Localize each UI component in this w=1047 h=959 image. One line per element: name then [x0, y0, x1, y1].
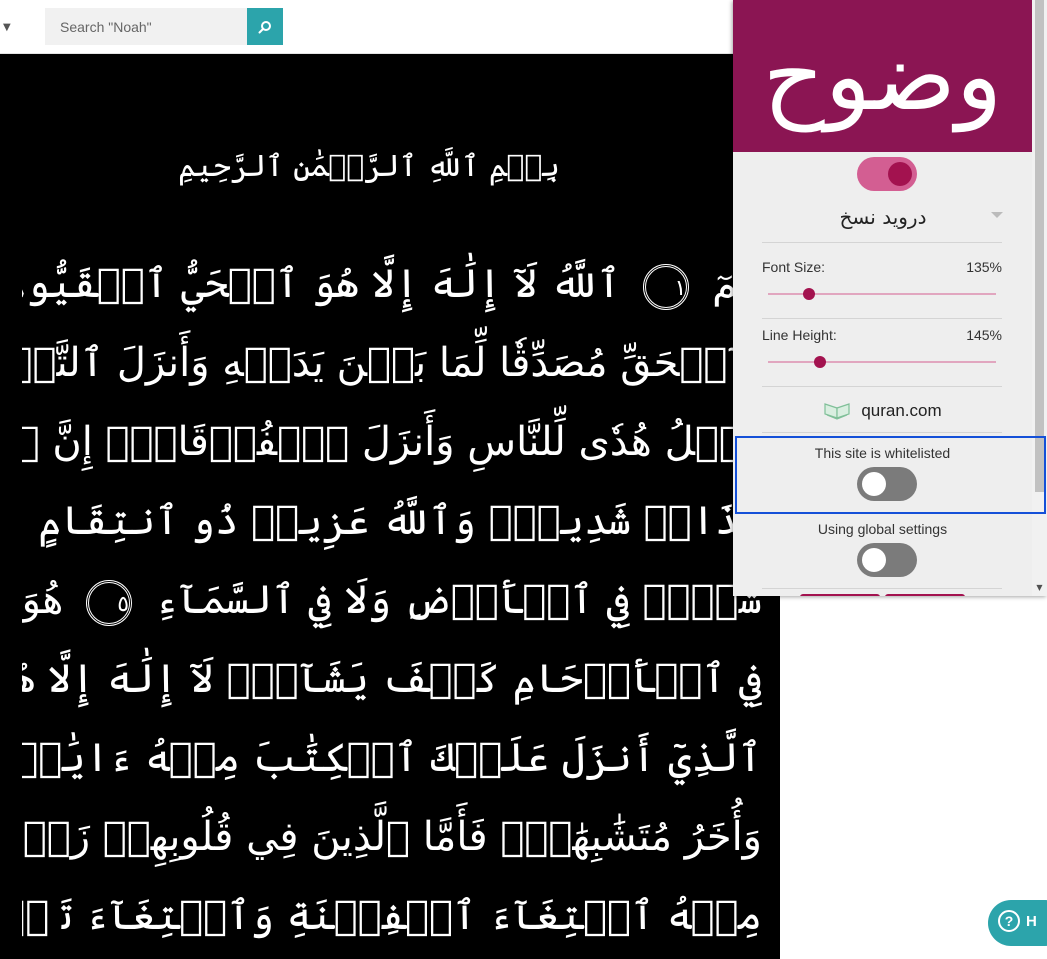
- chevron-down-icon: [991, 212, 1003, 218]
- verse-line: عَذَابٞ شَدِيدٞۗ وَٱللَّهُ عَزِيزٞ ذُو ٱ…: [22, 481, 762, 561]
- font-size-slider[interactable]: [768, 287, 996, 301]
- slider-thumb[interactable]: [803, 288, 816, 300]
- ayah-number-marker: ٥: [86, 580, 133, 626]
- verse-text: ٱللَّهُ لَآ إِلَٰهَ إِلَّا هُوَ ٱلۡحَيُّ…: [22, 261, 621, 307]
- search-icon: [258, 20, 271, 33]
- divider: [762, 386, 1002, 387]
- line-height-label: Line Height:: [762, 327, 837, 343]
- toggle-knob: [888, 162, 912, 186]
- verse-line: فِي ٱلۡأَرۡحَامِ كَيۡفَ يَشَآءُۚ لَآ إِل…: [22, 639, 762, 719]
- quran-link-label: quran.com: [861, 401, 942, 420]
- verse-text: وَأُخَرُ مُتَشَٰبِهَٰتٞۖ فَأَمَّا ٱلَّذِ…: [22, 814, 762, 860]
- verse-line: بِٱلۡحَقِّ مُصَدِّقٗا لِّمَا بَيۡنَ يَدَ…: [22, 323, 762, 403]
- line-height-slider[interactable]: [768, 355, 996, 369]
- verse-text: قَبۡلُ هُدٗى لِّلنَّاسِ وَأَنزَلَ ٱلۡفُر…: [22, 419, 762, 465]
- ayah-number-marker: ١: [643, 264, 690, 310]
- help-label: H: [1026, 913, 1037, 930]
- caret-down-icon[interactable]: ▼: [3, 22, 11, 33]
- verse-line: ٱلَّذِيٓ أَنزَلَ عَلَيۡكَ ٱلۡكِتَٰبَ مِن…: [22, 718, 762, 798]
- font-size-label: Font Size:: [762, 259, 826, 275]
- verse-text: بِٱلۡحَقِّ مُصَدِّقٗا لِّمَا بَيۡنَ يَدَ…: [22, 340, 762, 386]
- extension-enabled-toggle[interactable]: [857, 157, 917, 191]
- divider: [762, 242, 1002, 243]
- verse-line: مِنۡهُ ٱبۡتِغَآءَ ٱلۡفِتۡنَةِ وَٱبۡتِغَآ…: [22, 876, 762, 956]
- verse-line: الٓمٓ ١ ٱللَّهُ لَآ إِلَٰهَ إِلَّا هُوَ …: [22, 244, 762, 324]
- divider: [762, 588, 1002, 589]
- top-bar: ▼: [0, 0, 740, 54]
- line-height-value: 145%: [966, 327, 1002, 343]
- verse-text: هُوَ ٱلَّذِي يُصَوِّرُكُمۡ: [22, 577, 64, 623]
- search-button[interactable]: [247, 8, 283, 45]
- bismillah: بِسۡمِ ٱللَّهِ ٱلرَّحۡمَٰنِ ٱلرَّحِيمِ: [178, 149, 560, 184]
- search-input[interactable]: [45, 8, 247, 45]
- verse-text: عَذَابٞ شَدِيدٞۗ وَٱللَّهُ عَزِيزٞ ذُو ٱ…: [38, 498, 762, 544]
- slider-track: [768, 361, 996, 363]
- font-select[interactable]: درويد نسخ: [763, 200, 1003, 234]
- verse-line: قَبۡلُ هُدٗى لِّلنَّاسِ وَأَنزَلَ ٱلۡفُر…: [22, 402, 762, 482]
- help-button[interactable]: ? H: [988, 900, 1047, 946]
- verse-text: شَيۡءٞ فِي ٱلۡأَرۡضِ وَلَا فِي ٱلسَّمَآء…: [154, 577, 762, 623]
- font-size-value: 135%: [966, 259, 1002, 275]
- popup-button-partial[interactable]: [885, 594, 965, 596]
- whitelist-highlight-box: [735, 436, 1046, 514]
- verse-line: شَيۡءٞ فِي ٱلۡأَرۡضِ وَلَا فِي ٱلسَّمَآء…: [22, 560, 762, 640]
- verse-line: وَأُخَرُ مُتَشَٰبِهَٰتٞۖ فَأَمَّا ٱلَّذِ…: [22, 797, 762, 877]
- global-settings-toggle[interactable]: [857, 543, 917, 577]
- global-settings-label: Using global settings: [817, 521, 948, 537]
- popup-header: وضوح: [733, 0, 1032, 152]
- verse-text: ٱلَّذِيٓ أَنزَلَ عَلَيۡكَ ٱلۡكِتَٰبَ مِن…: [22, 735, 762, 781]
- open-book-icon: [824, 403, 850, 420]
- popup-button-partial[interactable]: [800, 594, 880, 596]
- verse-text: فِي ٱلۡأَرۡحَامِ كَيۡفَ يَشَآءُۚ لَآ إِل…: [22, 656, 762, 702]
- quran-reading-area: بِسۡمِ ٱللَّهِ ٱلرَّحۡمَٰنِ ٱلرَّحِيمِ ا…: [0, 54, 780, 959]
- toggle-knob: [862, 548, 886, 572]
- font-select-value: درويد نسخ: [839, 205, 927, 229]
- divider: [762, 432, 1002, 433]
- quran-com-link[interactable]: quran.com: [733, 398, 1032, 424]
- help-circle-icon: ?: [998, 910, 1020, 932]
- scrollbar-thumb[interactable]: [1035, 0, 1044, 492]
- divider: [762, 318, 1002, 319]
- scroll-down-arrow-icon[interactable]: ▼: [1035, 583, 1044, 593]
- verse-text: مِنۡهُ ٱبۡتِغَآءَ ٱلۡفِتۡنَةِ وَٱبۡتِغَآ…: [22, 893, 762, 939]
- logo: وضوح: [762, 20, 1003, 132]
- slider-thumb[interactable]: [814, 356, 827, 368]
